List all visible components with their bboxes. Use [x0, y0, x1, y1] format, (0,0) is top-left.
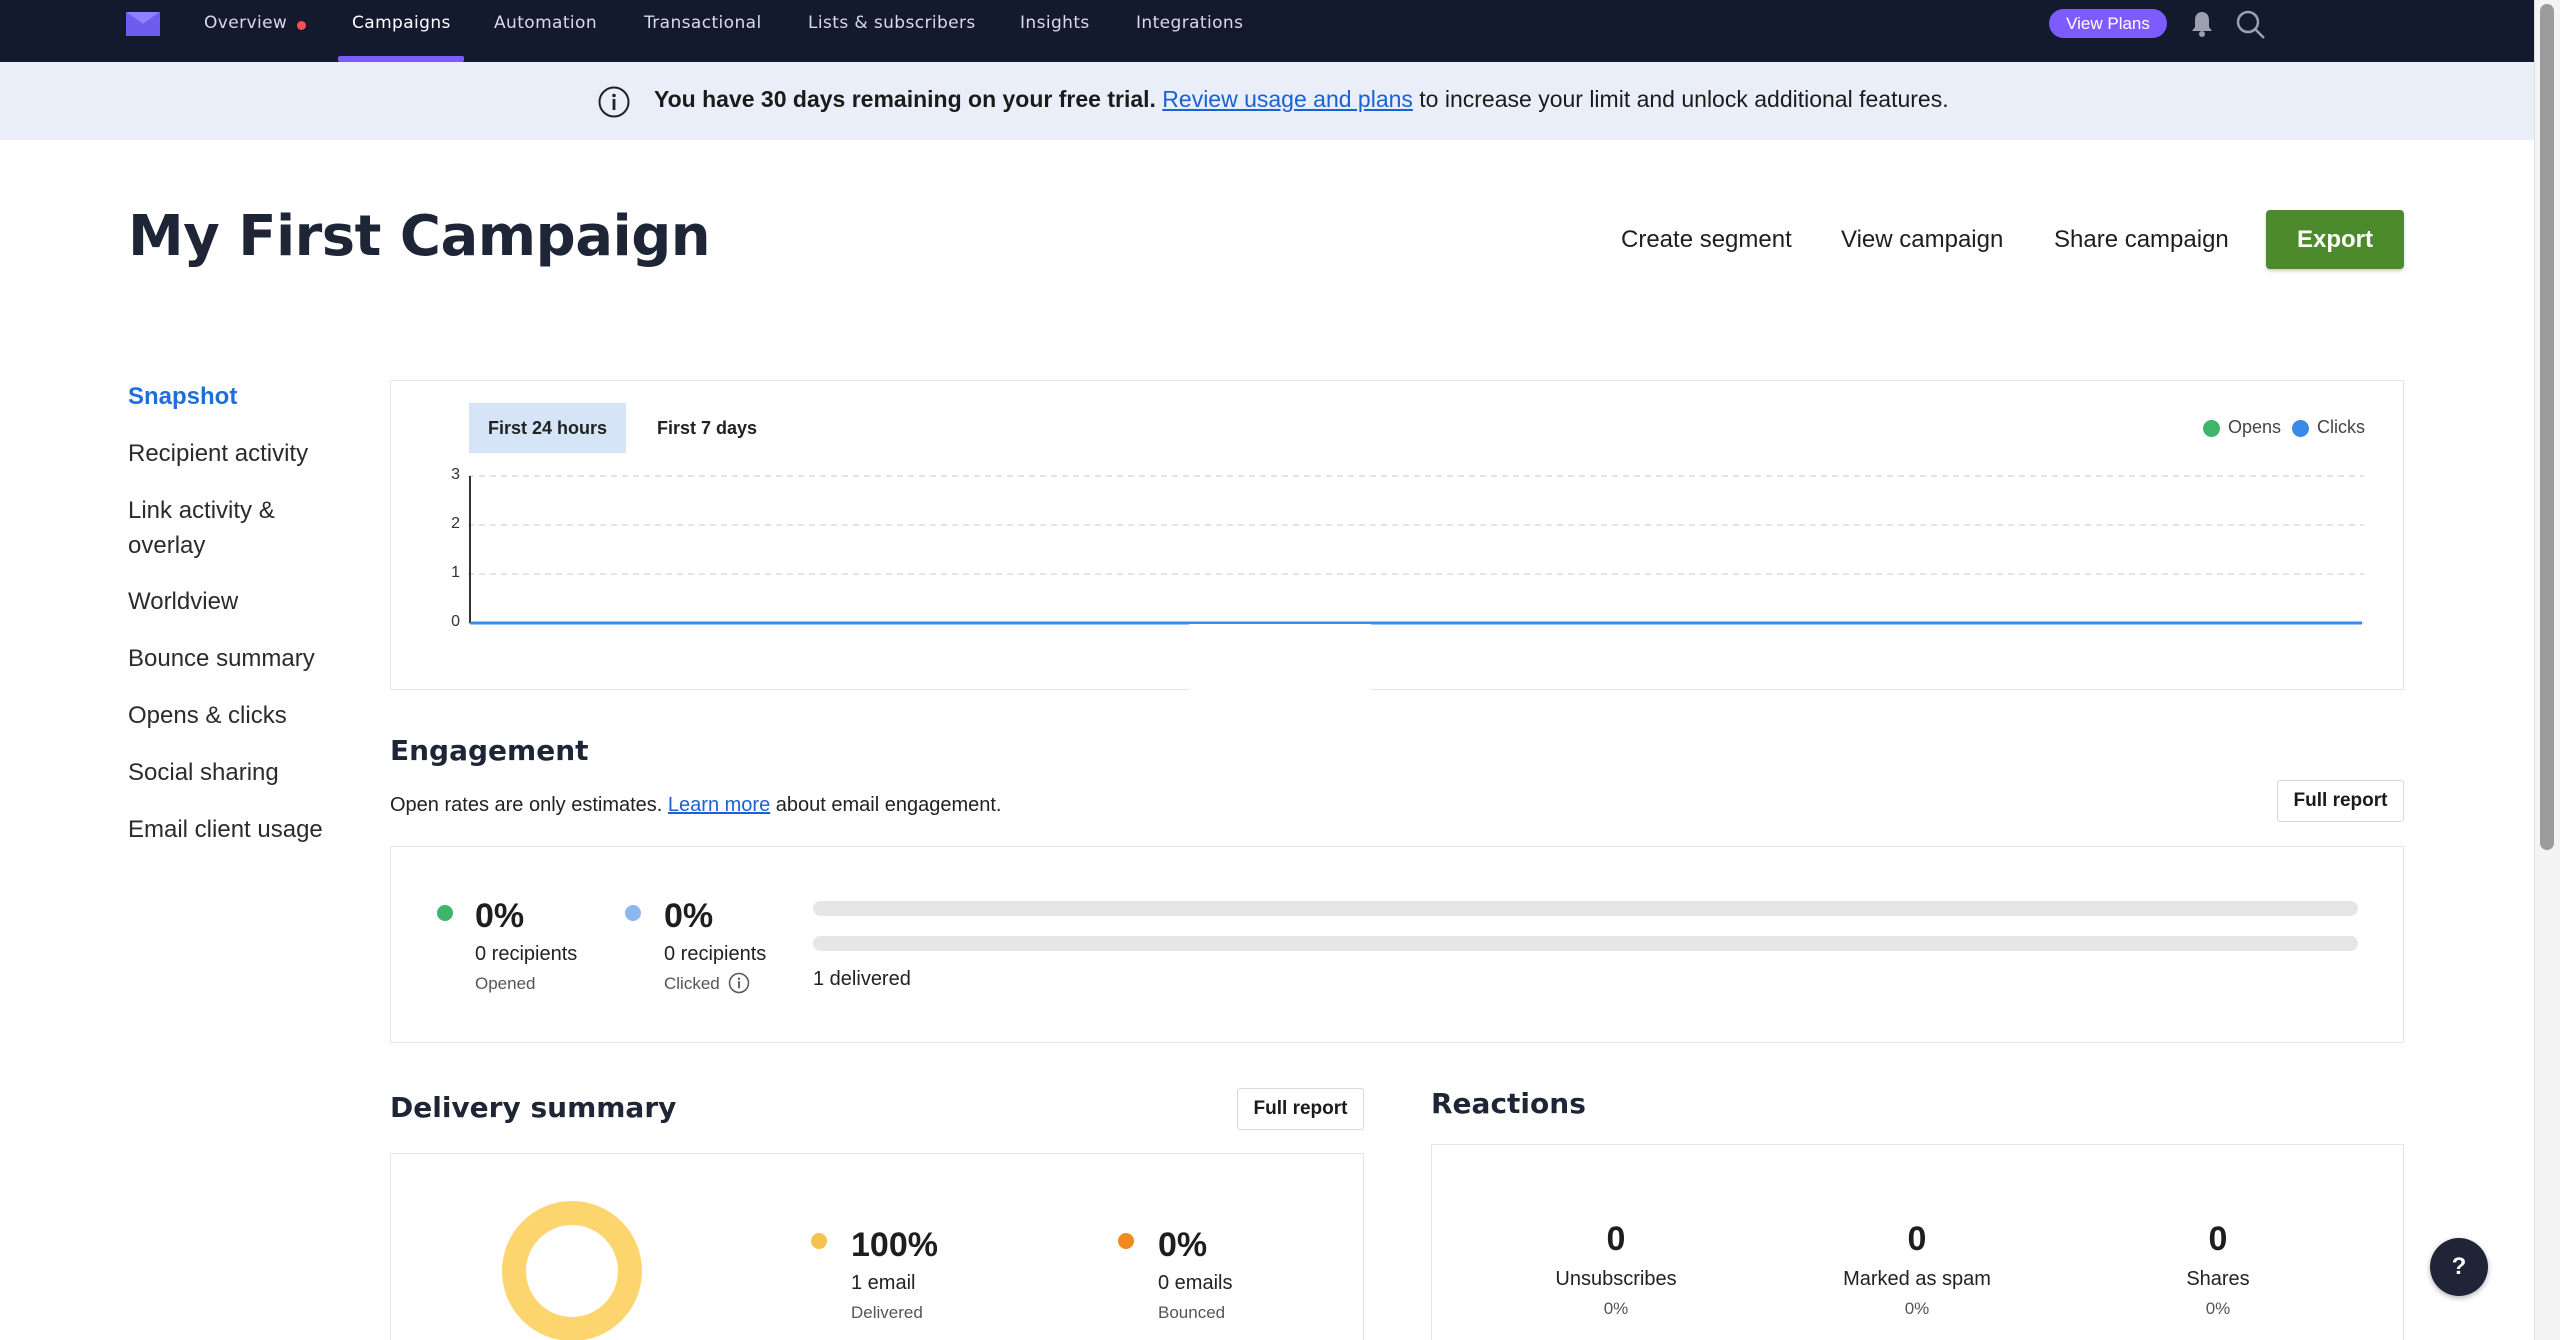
nav-overview[interactable]: Overview	[204, 0, 287, 62]
scrollbar-thumb[interactable]	[2540, 4, 2554, 850]
search-icon[interactable]	[2236, 10, 2266, 40]
clicked-dot	[625, 905, 641, 921]
nav-transactional[interactable]: Transactional	[644, 0, 762, 62]
delivered-count: 1 delivered	[813, 968, 911, 990]
review-usage-link[interactable]: Review usage and plans	[1162, 86, 1413, 112]
engagement-note: Open rates are only estimates. Learn mor…	[390, 794, 1001, 817]
sidebar-item-email-client-usage[interactable]: Email client usage	[128, 813, 323, 847]
engagement-full-report-button[interactable]: Full report	[2277, 780, 2404, 822]
tab-first-7-days[interactable]: First 7 days	[641, 403, 773, 453]
export-button[interactable]: Export	[2266, 210, 2404, 269]
engagement-title: Engagement	[390, 734, 589, 767]
sidebar-item-snapshot[interactable]: Snapshot	[128, 380, 237, 414]
nav-campaigns[interactable]: Campaigns	[352, 0, 451, 62]
page-title: My First Campaign	[128, 204, 711, 269]
bounced-email-count: 0 emails	[1158, 1272, 1233, 1294]
clicked-info-icon[interactable]	[728, 972, 750, 994]
trial-message-tail: to increase your limit and unlock additi…	[1412, 86, 1949, 112]
shares-label: Shares	[2186, 1268, 2250, 1290]
chart-gap-mask	[1189, 624, 1371, 694]
sidebar-item-link-activity-overlay[interactable]: overlay	[128, 529, 205, 563]
y-tick-label: 2	[451, 515, 460, 532]
shares-value: 0	[2208, 1220, 2228, 1258]
sidebar-item-worldview[interactable]: Worldview	[128, 585, 238, 619]
learn-more-link[interactable]: Learn more	[668, 794, 770, 816]
bell-icon[interactable]	[2190, 10, 2214, 38]
clicks-legend-dot	[2292, 420, 2309, 437]
sidebar-item-bounce-summary[interactable]: Bounce summary	[128, 642, 315, 676]
spam-percent: 0%	[1904, 1299, 1930, 1318]
nav-automation[interactable]: Automation	[494, 0, 597, 62]
engagement-note-suffix: about email engagement.	[770, 794, 1002, 816]
bounced-percent: 0%	[1158, 1226, 1208, 1264]
line-chart-plot	[468, 475, 2364, 625]
engagement-note-prefix: Open rates are only estimates.	[390, 794, 668, 816]
nav-lists-subscribers[interactable]: Lists & subscribers	[808, 0, 976, 62]
nav-integrations[interactable]: Integrations	[1136, 0, 1243, 62]
sidebar-item-link-activity[interactable]: Link activity &	[128, 494, 275, 528]
delivered-label: Delivered	[851, 1303, 923, 1322]
opened-progress-bar	[813, 901, 2358, 916]
clicked-progress-bar	[813, 936, 2358, 951]
reactions-title: Reactions	[1431, 1087, 1586, 1120]
share-campaign-button[interactable]: Share campaign	[2054, 226, 2229, 254]
spam-label: Marked as spam	[1843, 1268, 1991, 1290]
clicked-label: Clicked	[664, 974, 720, 993]
help-button[interactable]: ?	[2430, 1238, 2488, 1296]
delivery-donut-chart	[502, 1201, 642, 1340]
delivery-full-report-button[interactable]: Full report	[1237, 1088, 1364, 1130]
brand-logo-icon[interactable]	[126, 12, 160, 36]
bounced-label: Bounced	[1158, 1303, 1226, 1322]
sidebar-item-opens-clicks[interactable]: Opens & clicks	[128, 699, 287, 733]
opens-legend-dot	[2203, 420, 2220, 437]
notification-dot	[297, 21, 306, 30]
delivered-percent: 100%	[851, 1226, 938, 1264]
tab-first-24-hours[interactable]: First 24 hours	[469, 403, 626, 453]
top-nav: Overview Campaigns Automation Transactio…	[0, 0, 2534, 62]
nav-insights[interactable]: Insights	[1020, 0, 1090, 62]
y-tick-label: 1	[451, 564, 460, 581]
clicked-percent: 0%	[664, 897, 714, 935]
sidebar-item-social-sharing[interactable]: Social sharing	[128, 756, 279, 790]
clicks-legend-label: Clicks	[2317, 417, 2365, 437]
unsubscribes-value: 0	[1606, 1220, 1626, 1258]
spam-value: 0	[1907, 1220, 1927, 1258]
shares-percent: 0%	[2205, 1299, 2231, 1318]
bounced-dot	[1118, 1233, 1134, 1249]
opens-legend-label: Opens	[2228, 417, 2282, 437]
trial-message: You have 30 days remaining on your free …	[654, 86, 1949, 113]
delivery-summary-title: Delivery summary	[390, 1091, 677, 1124]
info-icon	[598, 86, 630, 118]
opened-dot	[437, 905, 453, 921]
view-campaign-button[interactable]: View campaign	[1841, 226, 2003, 254]
create-segment-button[interactable]: Create segment	[1621, 226, 1792, 254]
sidebar-item-recipient-activity[interactable]: Recipient activity	[128, 437, 308, 471]
trial-message-bold: You have 30 days remaining on your free …	[654, 86, 1156, 112]
view-plans-button[interactable]: View Plans	[2049, 9, 2167, 38]
y-tick-label: 0	[451, 613, 460, 630]
unsubscribes-percent: 0%	[1603, 1299, 1629, 1318]
opened-label: Opened	[475, 974, 536, 993]
delivered-dot	[811, 1233, 827, 1249]
y-tick-label: 3	[451, 466, 460, 483]
opened-percent: 0%	[475, 897, 525, 935]
opened-count: 0 recipients	[475, 943, 578, 965]
clicked-count: 0 recipients	[664, 943, 767, 965]
unsubscribes-label: Unsubscribes	[1555, 1268, 1677, 1290]
delivered-email-count: 1 email	[851, 1272, 916, 1294]
